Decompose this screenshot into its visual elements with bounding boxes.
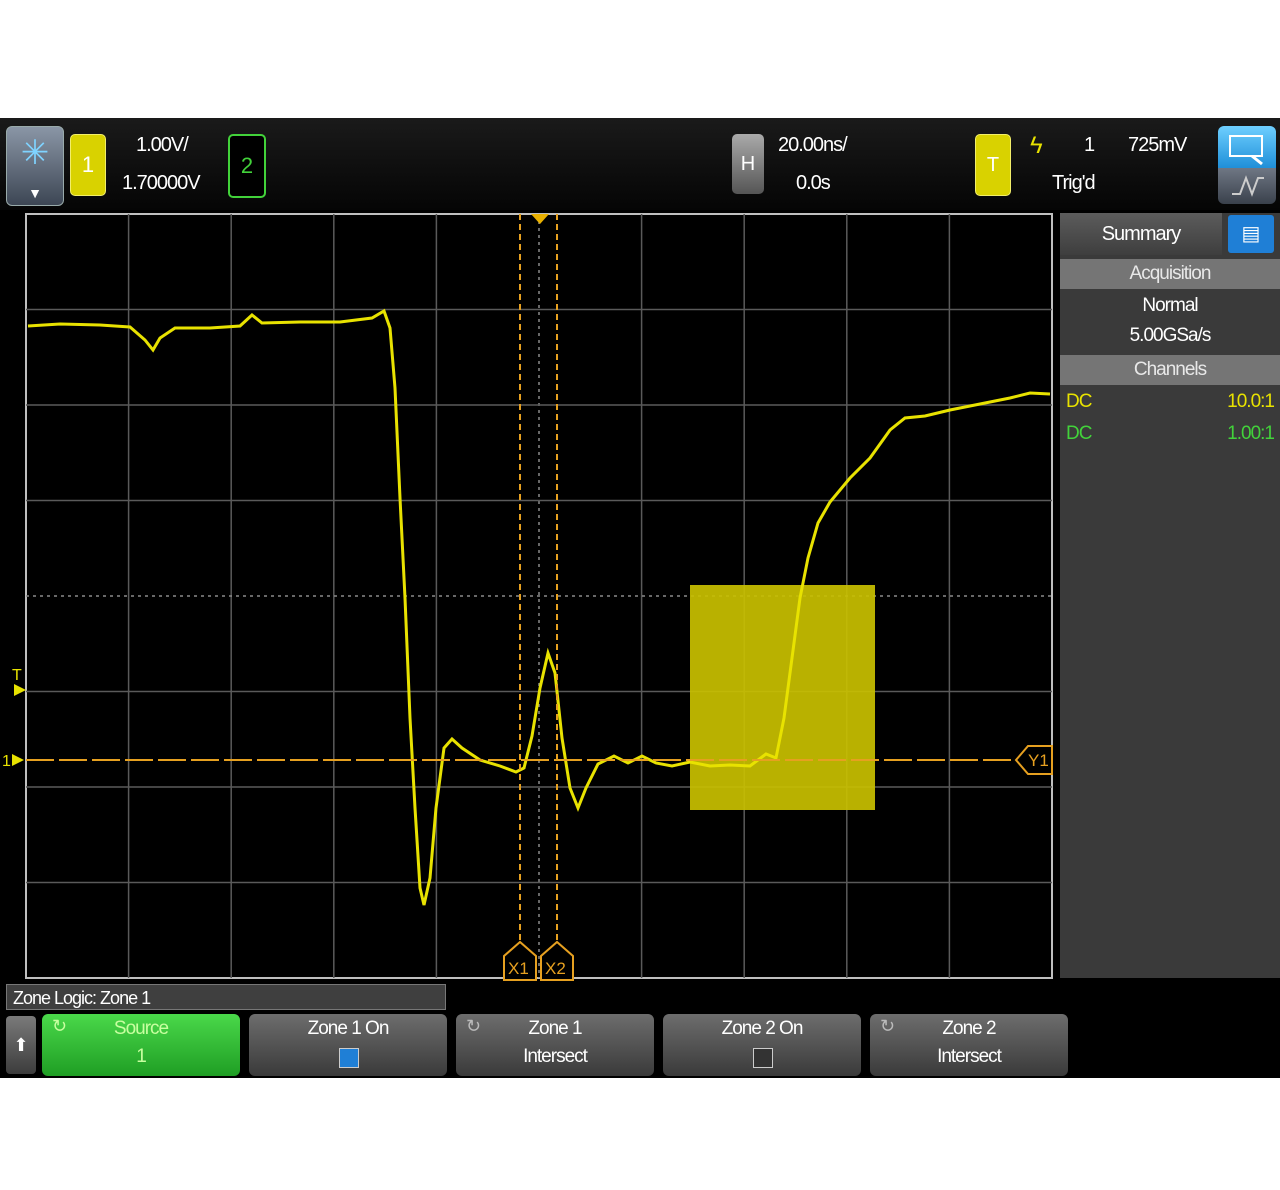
channels-heading: Channels	[1060, 355, 1280, 385]
zone-2-checkbox[interactable]	[753, 1048, 773, 1068]
zone-1-checkbox[interactable]	[339, 1048, 359, 1068]
x2-marker-label: X2	[545, 959, 566, 978]
zone-1-intersect-softkey[interactable]: ↻ Zone 1 Intersect	[456, 1014, 654, 1076]
oscilloscope-screen: ✳ ▼ 1 1.00V/ 1.70000V 2 H 20.00ns/ 0.0s …	[0, 118, 1280, 1078]
channel-2-summary: DC 1.00:1	[1066, 419, 1275, 449]
softkey-value: Intersect	[523, 1046, 588, 1067]
acquisition-mode: Normal	[1142, 295, 1198, 316]
trigger-level-marker: T	[12, 667, 22, 684]
softkey-value: 1	[136, 1046, 147, 1067]
tab-summary[interactable]: Summary	[1060, 213, 1222, 255]
zone-2-intersect-softkey[interactable]: ↻ Zone 2 Intersect	[870, 1014, 1068, 1076]
softkey-label: Source	[113, 1018, 169, 1039]
channel-1-ground-marker: 1	[2, 753, 11, 770]
channel-2-coupling: DC	[1066, 423, 1092, 444]
summary-panel: Summary ▤ Acquisition Normal 5.00GSa/s C…	[1060, 213, 1280, 978]
mask-zone-1[interactable]	[690, 585, 875, 810]
channel-2-probe: 1.00:1	[1227, 423, 1275, 444]
trigger-position-icon	[531, 214, 549, 224]
back-button[interactable]: ⬆	[6, 1016, 36, 1074]
source-softkey[interactable]: ↻ Source 1	[42, 1014, 240, 1076]
channel-1-coupling: DC	[1066, 391, 1092, 412]
document-icon[interactable]: ▤	[1228, 215, 1274, 253]
y1-marker-label: Y1	[1028, 751, 1049, 770]
x1-marker-label: X1	[508, 959, 529, 978]
softkey-label: Zone 1	[528, 1018, 582, 1039]
acquisition-heading: Acquisition	[1060, 259, 1280, 289]
channel-1-ground-arrow	[12, 754, 24, 766]
softkey-label: Zone 1 On	[307, 1018, 390, 1039]
softkey-label: Zone 2	[942, 1018, 996, 1039]
channel-1-probe: 10.0:1	[1227, 391, 1275, 412]
zone-2-on-softkey[interactable]: Zone 2 On	[663, 1014, 861, 1076]
channel-1-summary: DC 10.0:1	[1066, 387, 1275, 417]
sample-rate: 5.00GSa/s	[1129, 325, 1212, 346]
softkey-label: Zone 2 On	[721, 1018, 804, 1039]
arrow-up-icon: ⬆	[13, 1035, 29, 1055]
zone-1-on-softkey[interactable]: Zone 1 On	[249, 1014, 447, 1076]
softkey-value: Intersect	[937, 1046, 1002, 1067]
trigger-level-arrow	[14, 684, 26, 696]
zone-logic-bar: Zone Logic: Zone 1	[6, 984, 446, 1010]
